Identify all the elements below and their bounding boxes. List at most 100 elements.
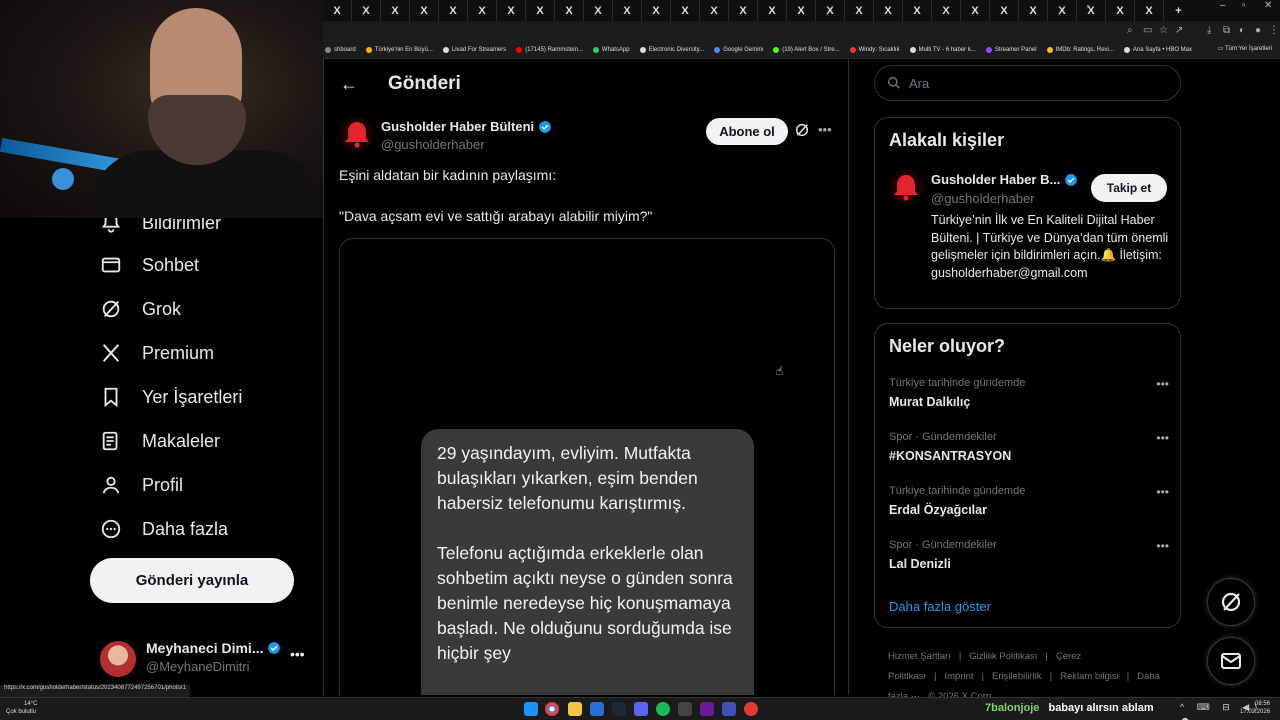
search-input[interactable]: [909, 75, 1149, 91]
browser-tab[interactable]: X: [352, 0, 381, 21]
browser-tab[interactable]: X: [961, 0, 990, 21]
search-box[interactable]: [874, 65, 1181, 101]
trend-item[interactable]: Spor · Gündemdekiler Lal Denizli •••: [889, 539, 1169, 571]
minimize-button[interactable]: –: [1220, 0, 1226, 11]
file-explorer-icon[interactable]: [568, 702, 582, 716]
bookmark-item[interactable]: WhatsApp: [592, 46, 630, 53]
bookmark-item[interactable]: (17145) Rammstein...: [516, 46, 583, 53]
bookmark-item[interactable]: Multi TV - 6 haber k...: [909, 46, 976, 53]
browser-tab[interactable]: X: [1135, 0, 1164, 21]
nav-item-chat[interactable]: Sohbet: [100, 254, 199, 276]
browser-tab[interactable]: X: [990, 0, 1019, 21]
browser-tab[interactable]: X: [1077, 0, 1106, 21]
show-more-link[interactable]: Daha fazla göster: [889, 599, 991, 614]
trend-more-icon[interactable]: •••: [1156, 539, 1169, 553]
browser-tab[interactable]: X: [1019, 0, 1048, 21]
trend-more-icon[interactable]: •••: [1156, 377, 1169, 391]
account-switcher[interactable]: Meyhaneci Dimi... @MeyhaneDimitri •••: [100, 636, 310, 680]
app-icon[interactable]: [678, 702, 692, 716]
related-person-name[interactable]: Gusholder Haber B...: [931, 172, 1078, 187]
nav-item-profile[interactable]: Profil: [100, 474, 183, 496]
browser-menu-icon[interactable]: ⋮: [1269, 25, 1279, 36]
post-author-name[interactable]: Gusholder Haber Bülteni: [381, 119, 552, 134]
browser-tab[interactable]: X: [555, 0, 584, 21]
edge-icon[interactable]: [590, 702, 604, 716]
browser-tab[interactable]: X: [932, 0, 961, 21]
chrome-icon[interactable]: [545, 702, 559, 716]
trend-more-icon[interactable]: •••: [1156, 485, 1169, 499]
bookmark-item[interactable]: Streamer Panel: [985, 46, 1037, 53]
browser-tab[interactable]: X: [381, 0, 410, 21]
footer-link[interactable]: Hizmet Şartları: [888, 651, 951, 662]
download-icon[interactable]: ⤓: [1207, 25, 1211, 36]
discord-icon[interactable]: [634, 702, 648, 716]
bookmarks-overflow-button[interactable]: »: [1087, 4, 1090, 10]
trend-more-icon[interactable]: •••: [1156, 431, 1169, 445]
browser-tab[interactable]: X: [613, 0, 642, 21]
footer-link[interactable]: Erişilebilirlik: [992, 671, 1042, 682]
start-menu-icon[interactable]: [524, 702, 538, 716]
browser-tab[interactable]: X: [845, 0, 874, 21]
browser-tab[interactable]: X: [787, 0, 816, 21]
bookmark-item[interactable]: Windy: Sıcaklık: [849, 46, 900, 53]
related-person-avatar[interactable]: [889, 170, 923, 204]
bookmark-item[interactable]: Livad For Streamers: [442, 46, 506, 53]
extensions-icon[interactable]: ⧉: [1223, 25, 1230, 36]
trend-item[interactable]: Türkiye tarihinde gündemde Murat Dalkılı…: [889, 377, 1169, 409]
close-window-button[interactable]: ✕: [1264, 0, 1272, 11]
browser-tab[interactable]: X: [410, 0, 439, 21]
app-icon[interactable]: [722, 702, 736, 716]
post-author-avatar[interactable]: [340, 117, 374, 151]
cast-icon[interactable]: ▭: [1143, 25, 1152, 36]
browser-tab[interactable]: X: [1048, 0, 1077, 21]
browser-tab[interactable]: X: [816, 0, 845, 21]
trend-item[interactable]: Türkiye tarihinde gündemde Erdal Özyağcı…: [889, 485, 1169, 517]
follow-button[interactable]: Takip et: [1091, 174, 1167, 202]
nav-item-premium[interactable]: Premium: [100, 342, 214, 364]
all-bookmarks-folder[interactable]: ▭ Tüm Yer İşaretleri: [1218, 45, 1272, 52]
obs-icon[interactable]: [700, 702, 714, 716]
trend-item[interactable]: Spor · Gündemdekiler #KONSANTRASYON •••: [889, 431, 1169, 463]
post-image[interactable]: 29 yaşındayım, evliyim. Mutfakta bulaşık…: [339, 238, 835, 695]
browser-avatar-icon[interactable]: ●: [1255, 25, 1261, 36]
profile-icon[interactable]: ◐: [1239, 25, 1245, 36]
bookmark-star-icon[interactable]: ☆: [1159, 25, 1168, 36]
grok-fab-button[interactable]: [1207, 578, 1255, 626]
browser-tab[interactable]: X: [758, 0, 787, 21]
grok-icon[interactable]: [794, 122, 810, 138]
browser-tab[interactable]: X: [323, 0, 352, 21]
app-icon[interactable]: [744, 702, 758, 716]
steam-icon[interactable]: [612, 702, 626, 716]
bookmark-item[interactable]: IMDb: Ratings, Revi...: [1046, 46, 1114, 53]
footer-link[interactable]: Reklam bilgisi: [1060, 671, 1119, 682]
nav-item-more[interactable]: Daha fazla: [100, 518, 228, 540]
back-arrow-icon[interactable]: ←: [340, 74, 358, 95]
browser-tab[interactable]: X: [468, 0, 497, 21]
new-tab-button[interactable]: +: [1164, 0, 1193, 21]
browser-tab[interactable]: X: [526, 0, 555, 21]
post-more-icon[interactable]: •••: [818, 122, 832, 137]
weather-widget[interactable]: 14°C Çok bulutlu: [6, 700, 37, 716]
browser-tab[interactable]: X: [729, 0, 758, 21]
post-button[interactable]: Gönderi yayınla: [90, 558, 294, 603]
bookmark-item[interactable]: Ana Sayfa • HBO Max: [1123, 46, 1192, 53]
footer-link[interactable]: Imprint: [944, 671, 973, 682]
nav-item-grok[interactable]: Grok: [100, 298, 181, 320]
bookmark-item[interactable]: Google Gemini: [714, 46, 763, 53]
clock[interactable]: 08:56 17.02.2026: [1240, 700, 1270, 716]
browser-tab[interactable]: X: [497, 0, 526, 21]
account-more-icon[interactable]: •••: [290, 646, 305, 662]
nav-item-articles[interactable]: Makaleler: [100, 430, 220, 452]
nav-item-bookmarks[interactable]: Yer İşaretleri: [100, 386, 242, 408]
messages-fab-button[interactable]: [1207, 637, 1255, 685]
share-icon[interactable]: ↗: [1175, 25, 1183, 36]
browser-tab[interactable]: X: [1106, 0, 1135, 21]
subscribe-button[interactable]: Abone ol: [706, 118, 788, 145]
browser-tab[interactable]: X: [642, 0, 671, 21]
bookmark-item[interactable]: Türkiye'nin En Büyü...: [365, 46, 433, 53]
post-author-handle[interactable]: @gusholderhaber: [381, 137, 485, 152]
spotify-icon[interactable]: [656, 702, 670, 716]
bookmark-item[interactable]: (19) Alert Box / Stre...: [773, 46, 840, 53]
bookmark-item[interactable]: Electronic Diversity...: [639, 46, 704, 53]
zoom-icon[interactable]: ⌕: [1127, 25, 1133, 36]
